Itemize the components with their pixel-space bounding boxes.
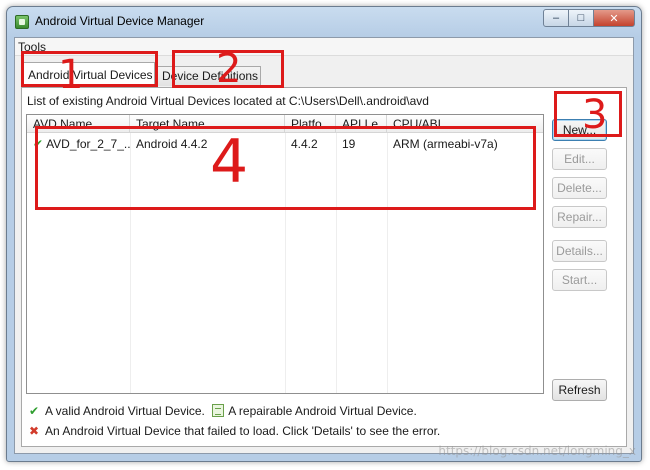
cell-platform: 4.4.2 xyxy=(291,137,318,151)
close-button[interactable]: ✕ xyxy=(593,9,635,27)
avd-table[interactable]: AVD Name Target Name Platfo API Le CPU/A… xyxy=(26,114,544,394)
menu-bar: Tools xyxy=(15,38,633,56)
android-app-icon xyxy=(15,15,29,29)
cell-avd-name: ✔ AVD_for_2_7_... xyxy=(27,135,130,155)
minimize-button[interactable]: – xyxy=(543,9,569,27)
watermark: https://blog.csdn.net/longming_x xyxy=(438,444,636,458)
menu-tools[interactable]: Tools xyxy=(18,40,46,54)
legend-valid-text: A valid Android Virtual Device. xyxy=(45,404,205,418)
cell-cpu-abi: ARM (armeabi-v7a) xyxy=(393,137,498,151)
cell-target-name: Android 4.4.2 xyxy=(136,137,208,151)
legend-valid: ✔ A valid Android Virtual Device. A repai… xyxy=(26,404,417,418)
tab-android-virtual-devices[interactable]: Android Virtual Devices xyxy=(21,62,155,87)
delete-avd-button[interactable]: Delete... xyxy=(552,177,607,199)
repair-icon xyxy=(212,404,225,417)
details-avd-button[interactable]: Details... xyxy=(552,240,607,262)
column-header-api-level[interactable]: API Le xyxy=(336,115,387,133)
refresh-button[interactable]: Refresh xyxy=(552,379,607,401)
avd-name-text: AVD_for_2_7_... xyxy=(46,137,130,151)
legend-failed: ✖ An Android Virtual Device that failed t… xyxy=(26,424,440,438)
maximize-button[interactable]: □ xyxy=(568,9,594,27)
error-x-icon: ✖ xyxy=(28,424,40,438)
cell-api-level: 19 xyxy=(342,137,356,151)
repair-avd-button[interactable]: Repair... xyxy=(552,206,607,228)
tab-device-definitions[interactable]: Device Definitions xyxy=(155,66,261,86)
window-client-area: Tools Android Virtual Devices Device Def… xyxy=(14,37,634,454)
check-icon: ✔ xyxy=(33,137,44,151)
window-title: Android Virtual Device Manager xyxy=(35,14,205,28)
edit-avd-button[interactable]: Edit... xyxy=(552,148,607,170)
column-header-target-name[interactable]: Target Name xyxy=(130,115,285,133)
avd-path-label: List of existing Android Virtual Devices… xyxy=(27,94,429,108)
avd-manager-window: Android Virtual Device Manager – □ ✕ Too… xyxy=(6,6,642,462)
table-row[interactable]: ✔ AVD_for_2_7_... Android 4.4.2 4.4.2 19 … xyxy=(27,135,543,155)
column-header-platform[interactable]: Platfo xyxy=(285,115,336,133)
title-bar[interactable]: Android Virtual Device Manager – □ ✕ xyxy=(7,7,641,37)
legend-failed-text: An Android Virtual Device that failed to… xyxy=(45,424,441,438)
start-avd-button[interactable]: Start... xyxy=(552,269,607,291)
check-icon: ✔ xyxy=(28,404,40,418)
column-header-cpu-abi[interactable]: CPU/ABI xyxy=(387,115,545,133)
new-avd-button[interactable]: New... xyxy=(552,119,607,141)
legend-repairable-text: A repairable Android Virtual Device. xyxy=(228,404,417,418)
avd-tab-panel: List of existing Android Virtual Devices… xyxy=(21,87,627,447)
column-header-avd-name[interactable]: AVD Name xyxy=(27,115,130,133)
table-header: AVD Name Target Name Platfo API Le CPU/A… xyxy=(27,115,543,133)
window-controls: – □ ✕ xyxy=(543,9,635,27)
